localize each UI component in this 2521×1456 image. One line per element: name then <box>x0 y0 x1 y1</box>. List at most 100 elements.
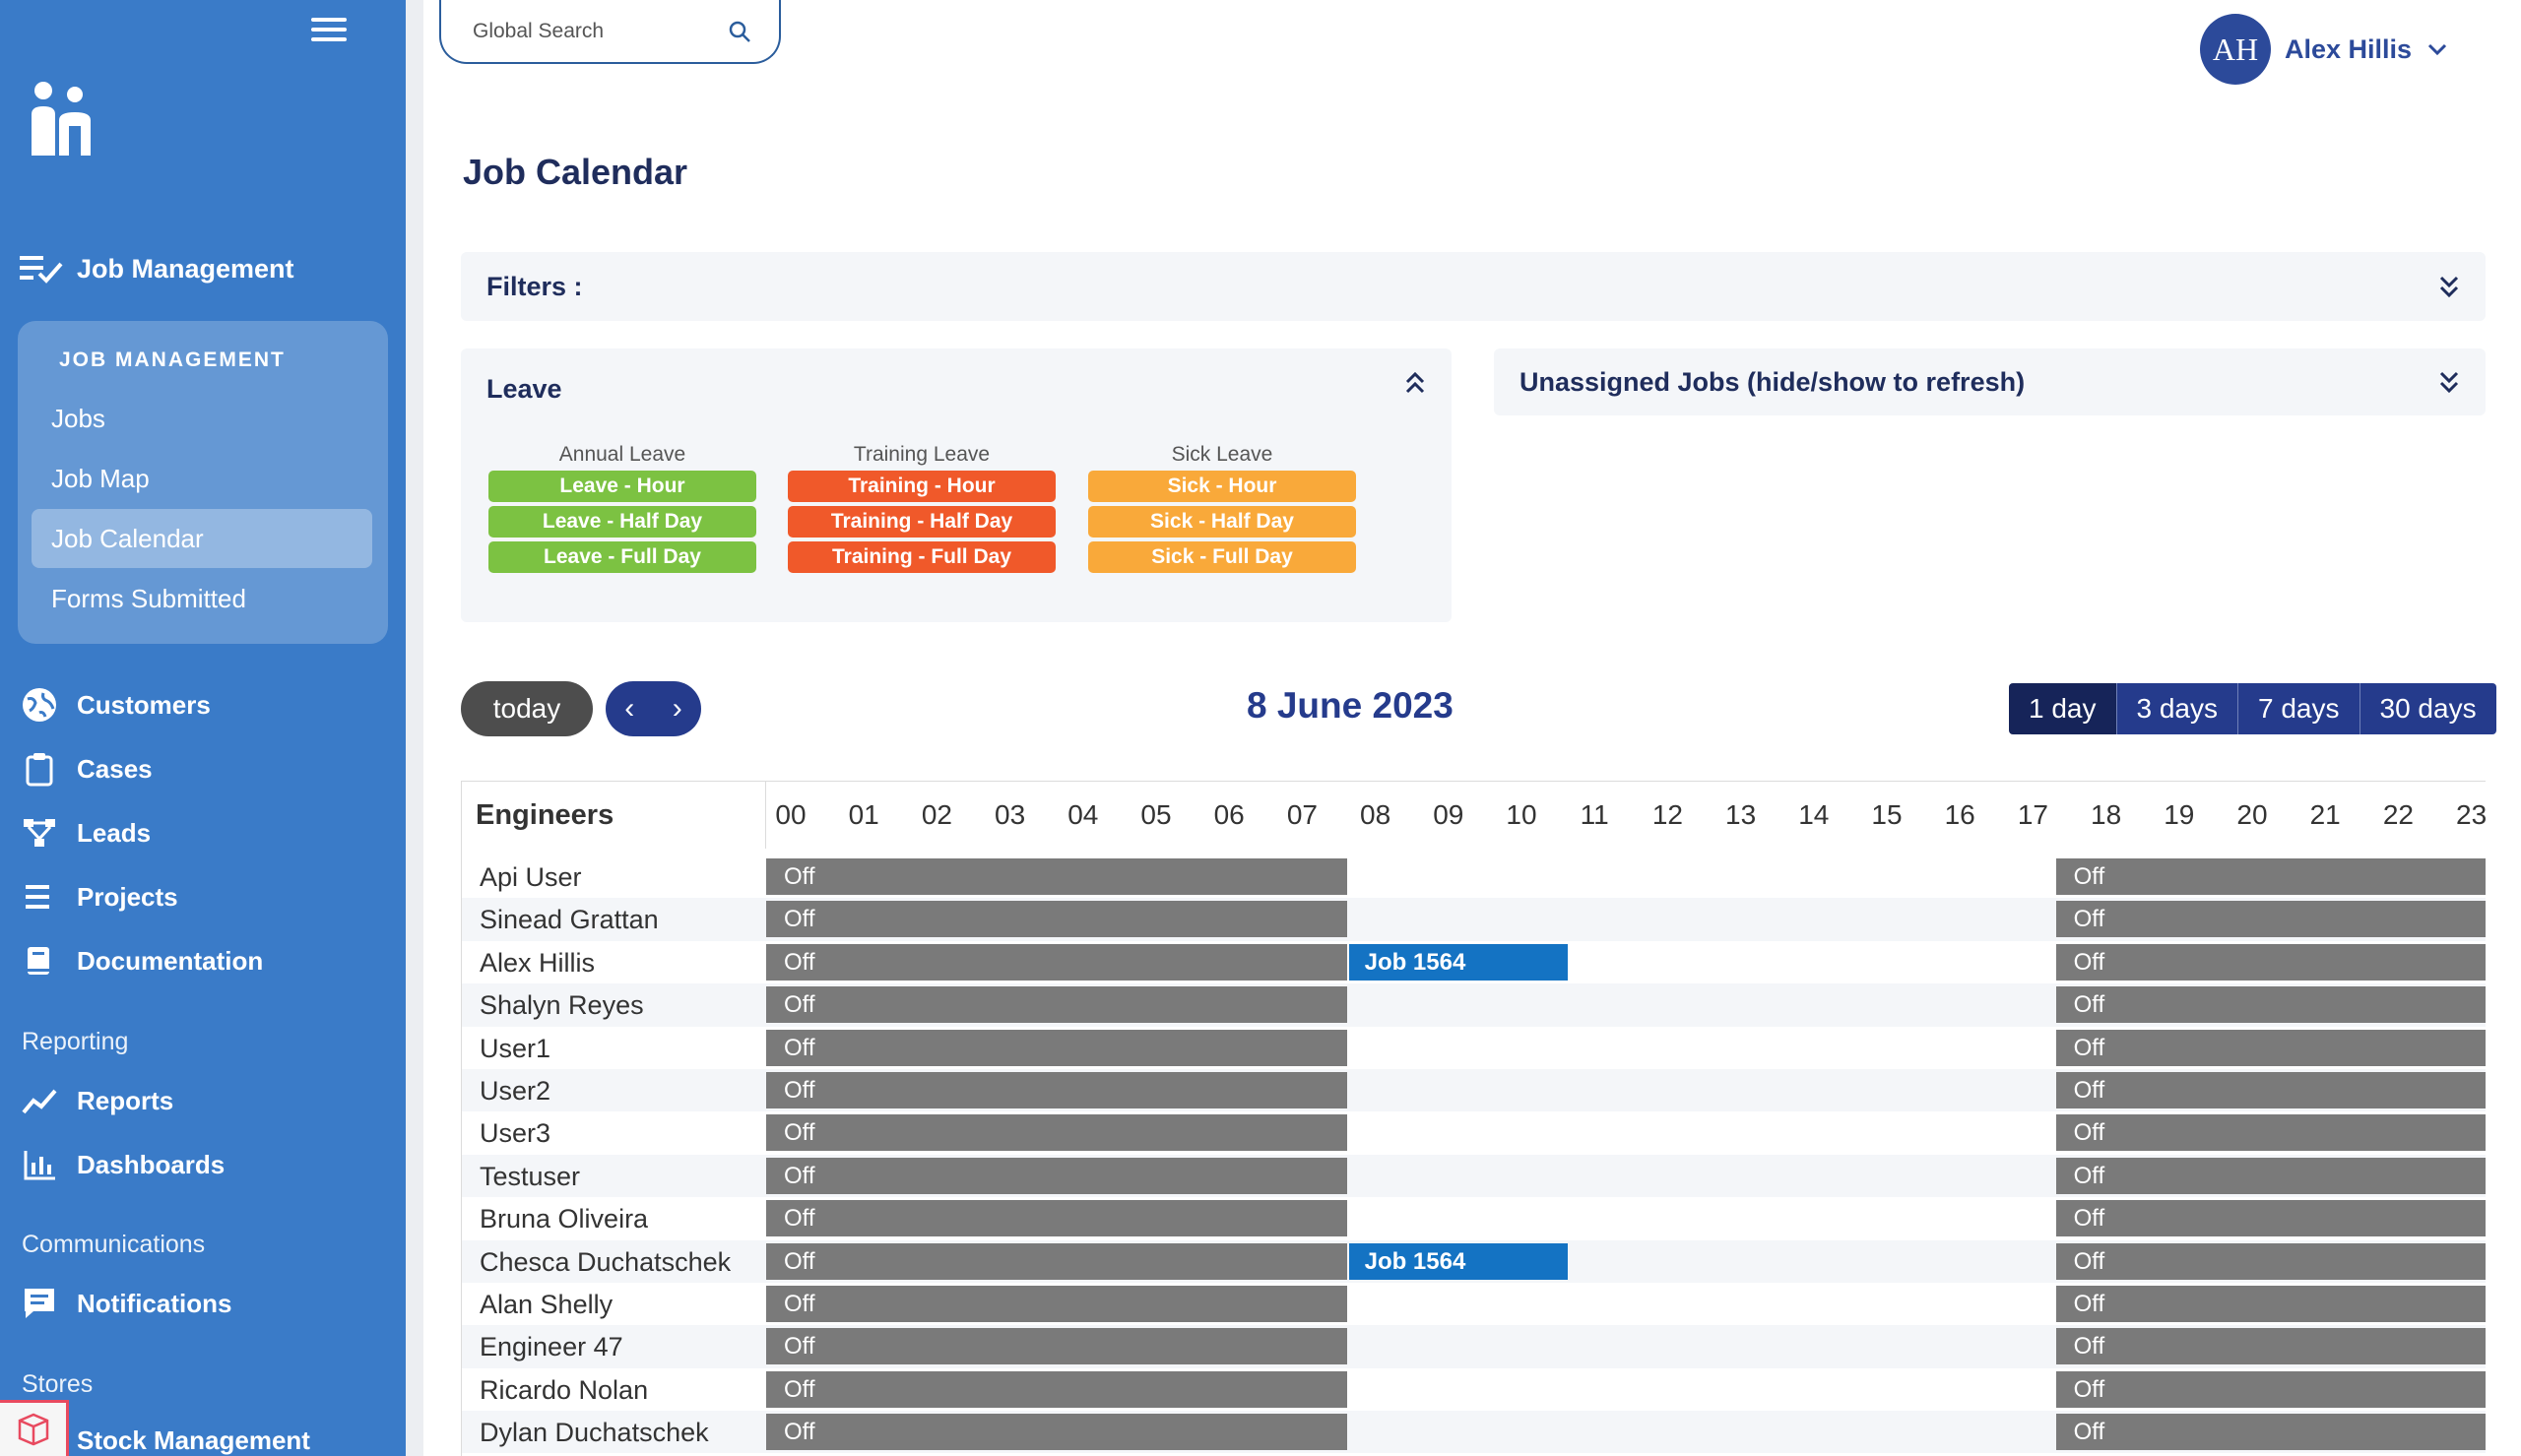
sidebar-item-label: Leads <box>77 817 152 848</box>
sidebar-section-stores: Stores <box>22 1370 94 1398</box>
unassigned-jobs-label: Unassigned Jobs (hide/show to refresh) <box>1519 366 2026 397</box>
engineer-name: Engineer 47 <box>480 1332 623 1362</box>
submenu-item-jobs[interactable]: Jobs <box>32 389 372 448</box>
submenu-item-job-map[interactable]: Job Map <box>32 449 372 508</box>
view-30-days-button[interactable]: 30 days <box>2359 683 2496 734</box>
sidebar-item-label: Reports <box>77 1085 174 1115</box>
hour-label: 17 <box>2017 799 2048 830</box>
search-icon[interactable] <box>728 20 751 43</box>
sidebar-divider <box>406 0 423 1456</box>
sidebar-item-leads[interactable]: Leads <box>22 815 151 851</box>
off-block: Off <box>2055 1242 2486 1280</box>
view-1-day-button[interactable]: 1 day <box>2009 683 2116 734</box>
leave-chip[interactable]: Training - Half Day <box>788 506 1056 538</box>
off-block: Off <box>766 986 1347 1024</box>
today-button[interactable]: today <box>461 681 593 736</box>
engineer-name: Alan Shelly <box>480 1289 614 1319</box>
leave-chip[interactable]: Sick - Full Day <box>1088 541 1356 573</box>
view-3-days-button[interactable]: 3 days <box>2115 683 2237 734</box>
framework-badge[interactable] <box>0 1400 69 1456</box>
leave-chip[interactable]: Leave - Hour <box>488 471 756 502</box>
view-7-days-button[interactable]: 7 days <box>2237 683 2359 734</box>
engineers-column-header: Engineers <box>476 799 614 831</box>
leave-column-training: Training Leave Training - Hour Training … <box>788 443 1056 577</box>
off-block: Off <box>766 901 1347 938</box>
hour-label: 11 <box>1580 799 1609 830</box>
table-row: Testuser Off Off <box>462 1154 2486 1198</box>
calendar-date: 8 June 2023 <box>1247 685 1454 726</box>
sidebar-item-dashboards[interactable]: Dashboards <box>22 1147 225 1182</box>
leave-column-head: Annual Leave <box>558 443 686 466</box>
menu-toggle-icon[interactable] <box>311 18 347 43</box>
engineer-name: User2 <box>480 1075 551 1106</box>
date-nav: ‹ › <box>606 681 701 736</box>
engineer-name: Sinead Grattan <box>480 905 659 935</box>
global-search[interactable] <box>439 0 781 64</box>
sidebar-item-label: Dashboards <box>77 1149 226 1179</box>
submenu-item-job-calendar[interactable]: Job Calendar <box>32 509 372 568</box>
sidebar: Job Management JOB MANAGEMENT Jobs Job M… <box>0 0 406 1456</box>
next-button[interactable]: › <box>654 681 702 736</box>
leave-chip[interactable]: Training - Hour <box>788 471 1056 502</box>
search-input[interactable] <box>473 19 709 43</box>
leave-chip[interactable]: Sick - Hour <box>1088 471 1356 502</box>
double-chevron-up-icon[interactable] <box>1404 370 1426 396</box>
job-event[interactable]: Job 1564 <box>1348 1242 1568 1280</box>
chevron-right-icon: › <box>672 692 682 725</box>
bar-chart-icon <box>24 1151 55 1180</box>
user-name: Alex Hillis <box>2285 33 2413 64</box>
sidebar-item-cases[interactable]: Cases <box>22 751 153 787</box>
sidebar-section-communications: Communications <box>22 1231 206 1258</box>
filters-label: Filters : <box>486 271 583 301</box>
leave-column-annual: Annual Leave Leave - Hour Leave - Half D… <box>488 443 756 577</box>
off-block: Off <box>766 858 1347 895</box>
table-row: Api User Off Off <box>462 855 2486 898</box>
message-icon <box>25 1289 54 1318</box>
prev-button[interactable]: ‹ <box>606 681 654 736</box>
job-management-submenu: JOB MANAGEMENT Jobs Job Map Job Calendar… <box>18 321 388 644</box>
hour-label: 12 <box>1651 799 1683 830</box>
double-chevron-down-icon[interactable] <box>2438 274 2460 299</box>
hour-label: 09 <box>1433 799 1464 830</box>
sidebar-item-projects[interactable]: Projects <box>22 879 178 915</box>
filters-panel[interactable]: Filters : <box>461 252 2486 321</box>
clipboard-icon <box>26 753 53 787</box>
app-logo <box>32 82 91 156</box>
hour-label: 23 <box>2456 799 2486 830</box>
leave-chip[interactable]: Training - Full Day <box>788 541 1056 573</box>
sidebar-item-notifications[interactable]: Notifications <box>22 1286 231 1321</box>
hour-label: 00 <box>775 799 807 830</box>
hour-label: 21 <box>2309 799 2341 830</box>
sidebar-item-label: Documentation <box>77 945 264 976</box>
nav-job-management[interactable]: Job Management <box>20 252 294 285</box>
table-row: User1 Off Off <box>462 1027 2486 1069</box>
double-chevron-down-icon[interactable] <box>2438 369 2460 395</box>
user-menu[interactable]: AH Alex Hillis <box>2200 14 2449 85</box>
job-event[interactable]: Job 1564 <box>1348 943 1568 981</box>
sidebar-item-reports[interactable]: Reports <box>22 1083 173 1118</box>
hour-label: 14 <box>1798 799 1830 830</box>
submenu-caption: JOB MANAGEMENT <box>59 348 286 371</box>
chevron-left-icon: ‹ <box>624 692 635 725</box>
sidebar-item-label: Cases <box>77 753 153 784</box>
submenu-item-forms-submitted[interactable]: Forms Submitted <box>32 569 372 628</box>
leave-panel: Leave Annual Leave Leave - Hour Leave - … <box>461 348 1452 622</box>
sidebar-item-documentation[interactable]: Documentation <box>22 943 263 979</box>
unassigned-jobs-panel[interactable]: Unassigned Jobs (hide/show to refresh) <box>1494 348 2486 415</box>
avatar: AH <box>2200 14 2271 85</box>
off-block: Off <box>2055 1157 2486 1194</box>
calendar-timeline: Engineers 00 01 02 03 04 05 06 07 08 09 10 11 12 13 14… <box>461 781 2486 1456</box>
engineer-name: Alex Hillis <box>480 947 596 978</box>
off-block: Off <box>766 1328 1347 1365</box>
hour-label: 22 <box>2382 799 2414 830</box>
off-block: Off <box>766 1285 1347 1322</box>
leave-chip[interactable]: Sick - Half Day <box>1088 506 1356 538</box>
off-block: Off <box>766 1414 1347 1451</box>
chevron-down-icon <box>2428 43 2447 56</box>
leave-chip[interactable]: Leave - Full Day <box>488 541 756 573</box>
leave-chip[interactable]: Leave - Half Day <box>488 506 756 538</box>
off-block: Off <box>2055 1370 2486 1408</box>
view-switcher: 1 day 3 days 7 days 30 days <box>2009 683 2496 734</box>
engineer-name: Api User <box>480 862 582 892</box>
sidebar-item-customers[interactable]: Customers <box>22 687 211 723</box>
